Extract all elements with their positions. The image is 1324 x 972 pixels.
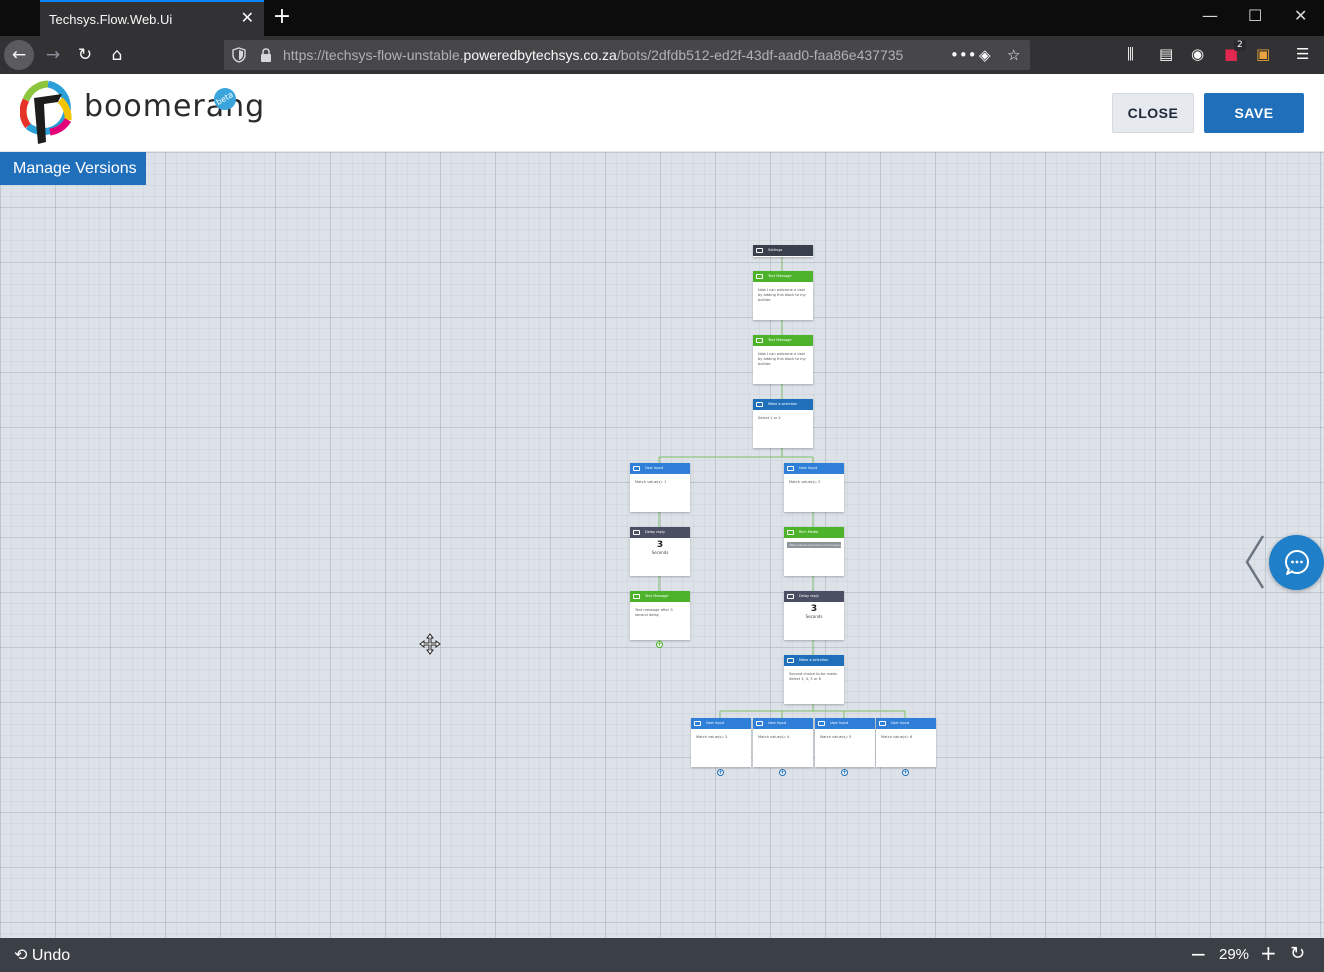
chat-icon	[756, 721, 763, 726]
chat-icon	[818, 721, 825, 726]
add-step-icon[interactable]: +	[717, 769, 724, 776]
text-message-node[interactable]: Text Message Now I can welcome a user by…	[753, 271, 813, 320]
image-icon	[787, 530, 794, 535]
undo-icon: ⟲	[14, 947, 28, 964]
zoom-out-button[interactable]: −	[1190, 942, 1207, 966]
chat-icon	[633, 466, 640, 471]
clock-icon	[787, 594, 794, 599]
undo-button[interactable]: ⟲ Undo	[14, 945, 70, 965]
make-selection-node[interactable]: Make a selection Second choice to be mad…	[784, 655, 844, 704]
settings-node[interactable]: Settings	[753, 245, 813, 257]
user-input-node[interactable]: User Input Match value(s): 6	[876, 718, 936, 767]
chat-icon	[787, 466, 794, 471]
add-step-icon[interactable]: +	[779, 769, 786, 776]
delay-unit: Seconds	[651, 550, 669, 555]
chat-bubble-icon	[1285, 550, 1309, 575]
clipboard-icon	[756, 402, 763, 407]
chat-widget-button[interactable]	[1269, 535, 1324, 590]
move-cursor-icon	[419, 633, 441, 655]
add-step-icon[interactable]: +	[902, 769, 909, 776]
gear-icon	[756, 248, 763, 253]
text-message-node[interactable]: Text Message Text message after 3 second…	[630, 591, 690, 640]
chat-icon	[694, 721, 701, 726]
zoom-level: 29%	[1219, 946, 1250, 963]
bottom-toolbar: ⟲ Undo − 29% + ↻	[0, 938, 1324, 972]
add-step-icon[interactable]: +	[841, 769, 848, 776]
user-input-node[interactable]: User Input Match value(s): 3	[691, 718, 751, 767]
add-step-icon[interactable]: +	[656, 641, 663, 648]
panel-collapse-chevron-icon[interactable]	[1243, 534, 1267, 590]
text-message-node[interactable]: Text Message Now I can welcome a user by…	[753, 335, 813, 384]
chat-icon	[879, 721, 886, 726]
make-selection-node[interactable]: Make a selection Select 1 or 2	[753, 399, 813, 448]
user-input-node[interactable]: User Input Match value(s): 1	[630, 463, 690, 512]
chat-icon	[756, 274, 763, 279]
clock-icon	[633, 530, 640, 535]
user-input-node[interactable]: User Input Match value(s): 5	[815, 718, 875, 767]
user-input-node[interactable]: User Input Match value(s): 4	[753, 718, 813, 767]
media-url: https://www.example.com/image.jpg	[787, 542, 841, 548]
delay-value: 3	[656, 540, 664, 550]
chat-icon	[633, 594, 640, 599]
delay-value: 3	[810, 604, 818, 614]
user-input-node[interactable]: User Input Match value(s): 2	[784, 463, 844, 512]
rich-media-node[interactable]: Rich Media https://www.example.com/image…	[784, 527, 844, 576]
chat-icon	[756, 338, 763, 343]
clipboard-icon	[787, 658, 794, 663]
reset-zoom-icon[interactable]: ↻	[1290, 943, 1305, 964]
zoom-in-button[interactable]: +	[1260, 941, 1277, 965]
delay-reply-node[interactable]: Delay reply 3 Seconds	[630, 527, 690, 576]
delay-unit: Seconds	[805, 614, 823, 619]
delay-reply-node[interactable]: Delay reply 3 Seconds	[784, 591, 844, 640]
